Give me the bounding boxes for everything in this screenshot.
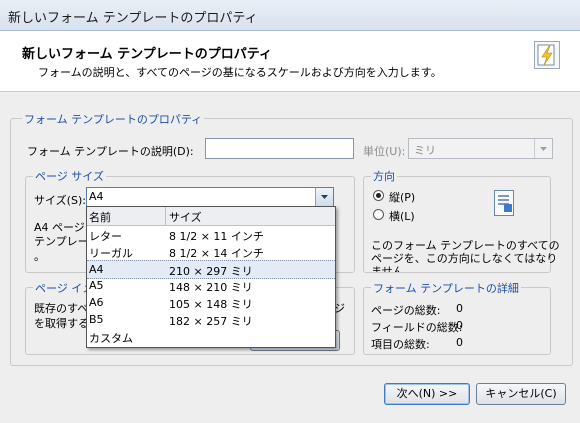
details-pages-value: 0 [456, 302, 463, 315]
dropdown-row-name: A6 [89, 296, 104, 309]
portrait-radio[interactable] [373, 190, 384, 201]
page-image-line1: 既存のすべ [34, 302, 89, 315]
header-title: 新しいフォーム テンプレートのプロパティ [22, 47, 272, 62]
dropdown-row-name: カスタム [89, 332, 133, 345]
details-items-value: 0 [456, 336, 463, 349]
dropdown-header: 名前 サイズ [87, 207, 335, 226]
dropdown-row-name: B5 [89, 313, 104, 326]
size-desc-line3: 。 [34, 250, 45, 263]
dropdown-row-size: 8 1/2 × 14 インチ [169, 247, 264, 260]
dropdown-row-name: レター [89, 230, 122, 243]
window-title: 新しいフォーム テンプレートのプロパティ [8, 11, 258, 26]
portrait-label[interactable]: 縦(P) [389, 189, 415, 205]
wizard-wand-icon [534, 41, 560, 69]
dropdown-row-name: A5 [89, 279, 104, 292]
details-fields-value: 0 [456, 319, 463, 332]
dropdown-row-name: リーガル [89, 247, 133, 260]
description-label: フォーム テンプレートの説明(D): [27, 145, 194, 158]
template-properties-legend: フォーム テンプレートのプロパティ [22, 111, 205, 127]
dropdown-row-size: 148 × 210 ミリ [169, 281, 253, 294]
landscape-radio[interactable] [373, 209, 384, 220]
cancel-button[interactable]: キャンセル(C) [476, 383, 566, 405]
unit-select[interactable]: ミリ [408, 138, 553, 159]
dropdown-col-name: 名前 [89, 211, 111, 224]
size-chevron-down-icon[interactable] [315, 188, 333, 206]
unit-chevron-down-icon[interactable] [534, 139, 552, 158]
next-button[interactable]: 次へ(N) >> [384, 383, 470, 405]
landscape-label[interactable]: 横(L) [389, 208, 415, 224]
title-bar: 新しいフォーム テンプレートのプロパティ [0, 0, 580, 31]
details-fields-label: フィールドの総数: [371, 321, 463, 334]
unit-value: ミリ [414, 144, 436, 157]
description-input[interactable] [205, 138, 354, 159]
page-image-line2: を取得する [34, 317, 89, 330]
dropdown-row-size: 8 1/2 × 11 インチ [169, 230, 264, 243]
size-select[interactable]: A4 [86, 187, 334, 207]
dropdown-col-divider [165, 207, 166, 225]
orientation-legend: 方向 [371, 168, 397, 184]
dropdown-col-size: サイズ [169, 211, 202, 224]
dropdown-row-a5[interactable]: A5 148 × 210 ミリ [87, 277, 335, 294]
wizard-header: 新しいフォーム テンプレートのプロパティ フォームの説明と、すべてのページの基に… [0, 31, 580, 92]
unit-label: 単位(U): [363, 145, 406, 158]
size-label: サイズ(S): [34, 194, 86, 207]
dropdown-row-custom[interactable]: カスタム [87, 328, 335, 345]
dropdown-row-name: A4 [89, 263, 104, 276]
header-description: フォームの説明と、すべてのページの基になるスケールおよび方向を入力します。 [38, 66, 442, 79]
dropdown-row-a6[interactable]: A6 105 × 148 ミリ [87, 294, 335, 311]
size-dropdown-list[interactable]: 名前 サイズ レター 8 1/2 × 11 インチ リーガル 8 1/2 × 1… [86, 206, 336, 348]
dropdown-row-size: 182 × 257 ミリ [169, 315, 253, 328]
size-value: A4 [89, 190, 104, 203]
page-orientation-icon [494, 190, 514, 216]
dropdown-row-letter[interactable]: レター 8 1/2 × 11 インチ [87, 226, 335, 243]
orientation-note-line3: ません。 [371, 265, 415, 272]
details-legend: フォーム テンプレートの詳細 [371, 280, 521, 296]
details-pages-label: ページの総数: [371, 304, 441, 317]
dropdown-row-b5[interactable]: B5 182 × 257 ミリ [87, 311, 335, 328]
page-size-legend: ページ サイズ [33, 168, 106, 184]
dropdown-row-size: 105 × 148 ミリ [169, 298, 253, 311]
details-items-label: 項目の総数: [371, 338, 430, 351]
dropdown-row-legal[interactable]: リーガル 8 1/2 × 14 インチ [87, 243, 335, 260]
